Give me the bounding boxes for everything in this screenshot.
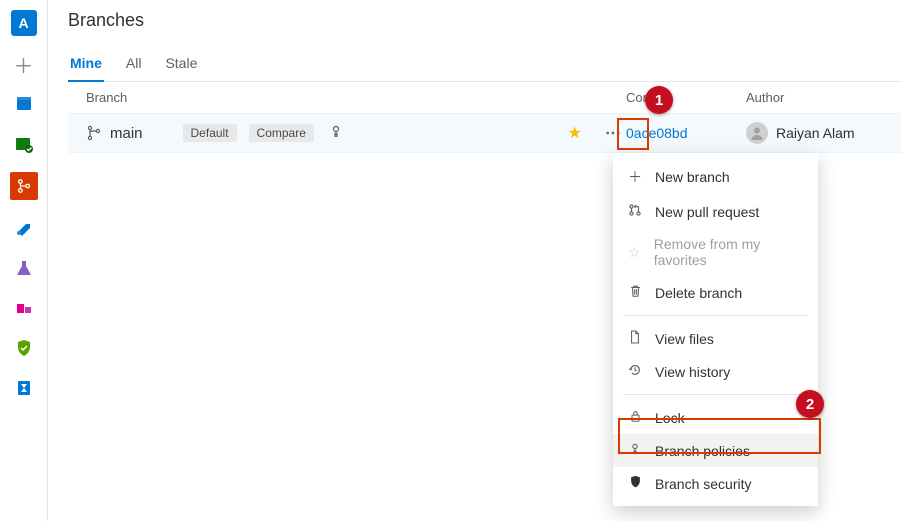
artifacts-icon[interactable] — [12, 296, 36, 320]
tab-all[interactable]: All — [124, 49, 144, 81]
menu-separator — [623, 315, 808, 316]
column-header-author: Author — [746, 90, 891, 105]
column-header-branch: Branch — [86, 90, 626, 105]
project-avatar[interactable]: A — [11, 10, 37, 36]
testplans-icon[interactable] — [12, 256, 36, 280]
author-cell: Raiyan Alam — [746, 122, 891, 144]
menu-branch-policies[interactable]: Branch policies — [613, 434, 818, 467]
left-nav: A ＋ — [0, 0, 48, 521]
hourglass-icon[interactable] — [12, 376, 36, 400]
menu-view-history[interactable]: View history — [613, 355, 818, 388]
menu-view-history-label: View history — [655, 364, 730, 380]
repos-icon[interactable] — [10, 172, 38, 200]
branch-name[interactable]: main — [110, 125, 143, 142]
lock-icon — [627, 409, 643, 426]
menu-new-pr-label: New pull request — [655, 204, 759, 220]
plus-icon: ＋ — [627, 167, 643, 187]
more-actions-button[interactable]: ⋯ — [600, 120, 626, 146]
author-name: Raiyan Alam — [776, 125, 855, 141]
trash-icon — [627, 284, 643, 301]
badge-compare: Compare — [249, 124, 314, 142]
tab-stale[interactable]: Stale — [163, 49, 199, 81]
branch-row[interactable]: main Default Compare ★ ⋯ 0ace08bd Raiyan… — [68, 114, 901, 153]
column-header-commit: Commit — [626, 90, 746, 105]
shield-icon — [627, 475, 643, 492]
branch-context-menu: ＋ New branch New pull request ☆ Remove f… — [613, 153, 818, 506]
menu-delete-branch[interactable]: Delete branch — [613, 276, 818, 309]
author-avatar-icon — [746, 122, 768, 144]
menu-security-label: Branch security — [655, 476, 751, 492]
policy-icon — [627, 442, 643, 459]
branch-name-cell: main Default Compare ★ ⋯ — [86, 120, 626, 146]
menu-view-files-label: View files — [655, 331, 714, 347]
compliance-icon[interactable] — [12, 336, 36, 360]
menu-delete-label: Delete branch — [655, 285, 742, 301]
backlog-icon[interactable] — [12, 132, 36, 156]
star-outline-icon: ☆ — [627, 244, 642, 261]
menu-new-branch-label: New branch — [655, 169, 730, 185]
branches-table-header: Branch Commit Author — [68, 82, 901, 114]
badge-default: Default — [183, 124, 237, 142]
boards-icon[interactable] — [12, 92, 36, 116]
policy-badge-icon — [328, 124, 344, 143]
pull-request-icon — [627, 203, 643, 220]
tabs: Mine All Stale — [68, 49, 901, 82]
menu-new-branch[interactable]: ＋ New branch — [613, 159, 818, 195]
main-content: Branches Mine All Stale Branch Commit Au… — [48, 0, 921, 521]
favorite-star-icon[interactable]: ★ — [568, 123, 582, 143]
pipelines-icon[interactable] — [12, 216, 36, 240]
branch-icon — [86, 125, 102, 141]
menu-view-files[interactable]: View files — [613, 322, 818, 355]
menu-branch-security[interactable]: Branch security — [613, 467, 818, 500]
add-icon[interactable]: ＋ — [12, 52, 36, 76]
menu-policies-label: Branch policies — [655, 443, 750, 459]
menu-separator — [623, 394, 808, 395]
tab-mine[interactable]: Mine — [68, 49, 104, 81]
menu-new-pull-request[interactable]: New pull request — [613, 195, 818, 228]
history-icon — [627, 363, 643, 380]
menu-remove-fav-label: Remove from my favorites — [654, 236, 804, 268]
menu-lock-label: Lock — [655, 410, 685, 426]
menu-lock[interactable]: Lock — [613, 401, 818, 434]
file-icon — [627, 330, 643, 347]
page-title: Branches — [68, 10, 901, 31]
commit-hash-link[interactable]: 0ace08bd — [626, 125, 746, 141]
menu-remove-favorite: ☆ Remove from my favorites — [613, 228, 818, 276]
